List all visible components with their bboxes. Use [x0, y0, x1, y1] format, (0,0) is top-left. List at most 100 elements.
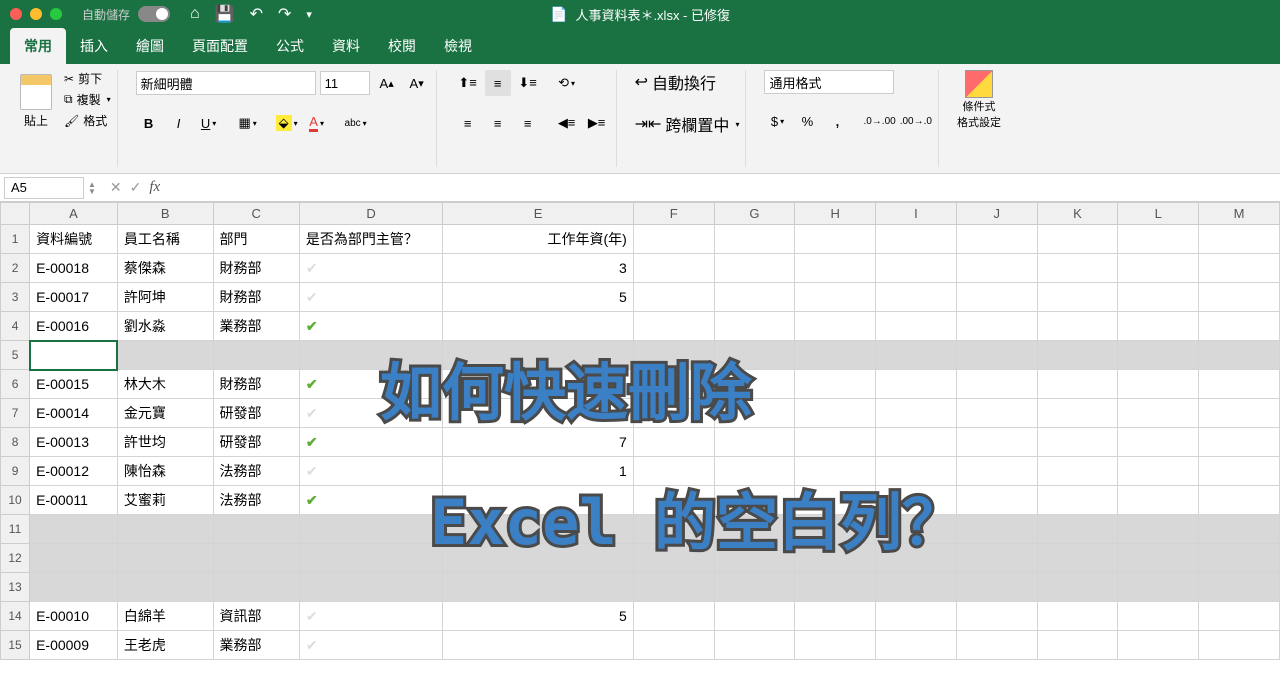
cell[interactable]	[876, 602, 957, 631]
cell[interactable]	[714, 457, 795, 486]
comma-button[interactable]: ,	[824, 108, 850, 134]
cell[interactable]	[1118, 486, 1199, 515]
cell[interactable]	[1199, 254, 1280, 283]
increase-decimal-button[interactable]: .0→.00	[863, 108, 895, 134]
cell[interactable]	[443, 515, 633, 544]
cell[interactable]	[213, 544, 299, 573]
cell[interactable]	[876, 341, 957, 370]
header-cell[interactable]: 是否為部門主管？	[299, 225, 443, 254]
cell[interactable]	[30, 544, 118, 573]
cell[interactable]	[1037, 225, 1118, 254]
col-header-H[interactable]: H	[795, 203, 876, 225]
row-header-13[interactable]: 13	[1, 573, 30, 602]
cell[interactable]: E-00018	[30, 254, 118, 283]
orientation-button[interactable]: ⟲▾	[554, 70, 580, 96]
cell[interactable]: E-00009	[30, 631, 118, 660]
underline-button[interactable]: U▾	[196, 110, 222, 136]
cell[interactable]	[633, 573, 714, 602]
cell[interactable]	[876, 283, 957, 312]
cell[interactable]	[714, 573, 795, 602]
decrease-decimal-button[interactable]: .00→.0	[900, 108, 932, 134]
cell[interactable]: 劉水淼	[117, 312, 213, 341]
cell[interactable]	[633, 486, 714, 515]
cell[interactable]: ✔	[299, 486, 443, 515]
save-icon[interactable]: 💾	[215, 4, 235, 24]
cell[interactable]: 林大木	[117, 370, 213, 399]
cell[interactable]	[633, 457, 714, 486]
cell[interactable]	[956, 631, 1037, 660]
cell[interactable]	[714, 225, 795, 254]
cell[interactable]	[1118, 602, 1199, 631]
cell[interactable]	[714, 631, 795, 660]
tab-view[interactable]: 檢視	[430, 28, 486, 64]
tab-formulas[interactable]: 公式	[262, 28, 318, 64]
header-cell[interactable]: 資料編號	[30, 225, 118, 254]
cell[interactable]	[1199, 573, 1280, 602]
cell[interactable]	[714, 515, 795, 544]
cell[interactable]	[1118, 399, 1199, 428]
cell[interactable]: 金元寶	[117, 399, 213, 428]
cell[interactable]	[1037, 486, 1118, 515]
cell[interactable]	[1037, 254, 1118, 283]
fill-color-button[interactable]: ⬙▾	[274, 110, 300, 136]
row-header-9[interactable]: 9	[1, 457, 30, 486]
tab-draw[interactable]: 繪圖	[122, 28, 178, 64]
name-box-stepper[interactable]: ▲▼	[88, 181, 96, 195]
cell[interactable]	[633, 341, 714, 370]
cell[interactable]	[633, 225, 714, 254]
row-header-3[interactable]: 3	[1, 283, 30, 312]
cell[interactable]	[956, 428, 1037, 457]
row-header-8[interactable]: 8	[1, 428, 30, 457]
cell[interactable]	[1037, 399, 1118, 428]
cell[interactable]	[795, 573, 876, 602]
cell[interactable]	[1118, 515, 1199, 544]
cell[interactable]: ✔	[299, 457, 443, 486]
cell[interactable]	[876, 428, 957, 457]
cell[interactable]	[443, 341, 633, 370]
cell[interactable]	[876, 370, 957, 399]
cell[interactable]: 財務部	[213, 283, 299, 312]
cell[interactable]	[795, 341, 876, 370]
cell[interactable]	[633, 602, 714, 631]
cell[interactable]	[443, 544, 633, 573]
name-box[interactable]	[4, 177, 84, 199]
conditional-format-button[interactable]: 條件式 格式設定	[957, 70, 1001, 130]
cell[interactable]: ✔	[299, 254, 443, 283]
row-header-11[interactable]: 11	[1, 515, 30, 544]
cell[interactable]: 王老虎	[117, 631, 213, 660]
cell[interactable]	[714, 341, 795, 370]
cell[interactable]	[443, 312, 633, 341]
undo-icon[interactable]: ↶	[250, 4, 263, 24]
cell[interactable]	[1118, 254, 1199, 283]
formula-input[interactable]	[168, 177, 1280, 199]
cell[interactable]	[795, 399, 876, 428]
cell[interactable]: 財務部	[213, 254, 299, 283]
cell[interactable]: 研發部	[213, 428, 299, 457]
cell[interactable]	[1199, 312, 1280, 341]
cell[interactable]	[633, 254, 714, 283]
cell[interactable]	[876, 544, 957, 573]
currency-button[interactable]: $▾	[764, 108, 790, 134]
cell[interactable]	[795, 457, 876, 486]
cell[interactable]	[876, 312, 957, 341]
cell[interactable]: 5	[443, 602, 633, 631]
cell[interactable]: 陳怡森	[117, 457, 213, 486]
cell[interactable]: 業務部	[213, 631, 299, 660]
cell[interactable]	[633, 515, 714, 544]
cell[interactable]	[213, 341, 299, 370]
select-all-corner[interactable]	[1, 203, 30, 225]
cell[interactable]	[714, 312, 795, 341]
cell[interactable]	[633, 631, 714, 660]
cell[interactable]: 3	[443, 254, 633, 283]
autosave-toggle[interactable]	[138, 6, 170, 22]
cell[interactable]	[1118, 312, 1199, 341]
cell[interactable]: E-00017	[30, 283, 118, 312]
borders-button[interactable]: ▦▾	[235, 110, 261, 136]
cell[interactable]	[1118, 573, 1199, 602]
cell[interactable]	[876, 225, 957, 254]
align-middle-button[interactable]: ≡	[485, 70, 511, 96]
col-header-A[interactable]: A	[30, 203, 118, 225]
cell[interactable]	[1037, 428, 1118, 457]
align-top-button[interactable]: ⬆≡	[455, 70, 481, 96]
cell[interactable]	[213, 515, 299, 544]
